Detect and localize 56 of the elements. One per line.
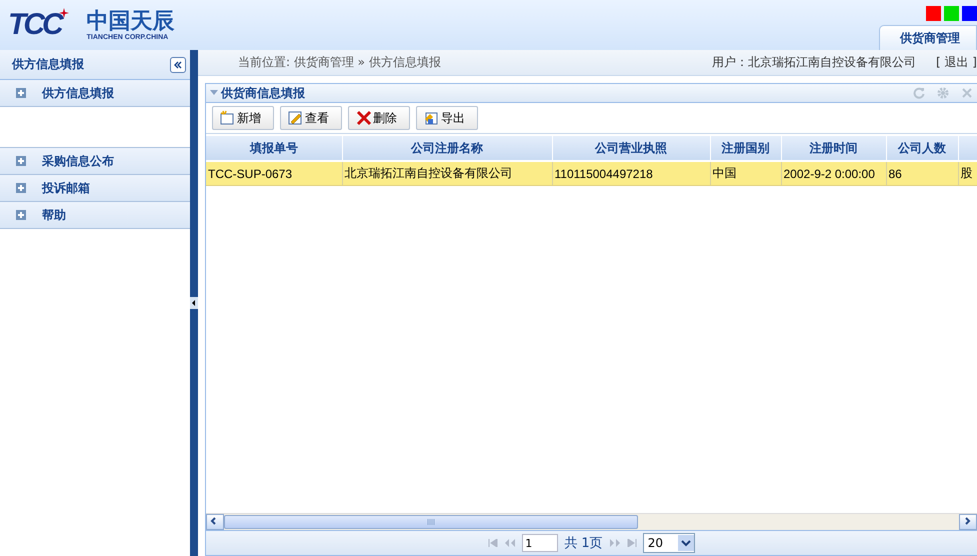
collapse-handle-icon[interactable] (190, 297, 198, 309)
column-header[interactable]: 公司注册名称 (342, 136, 552, 161)
table-cell: 110115004497218 (552, 161, 710, 186)
table-cell: 86 (886, 161, 958, 186)
collapse-icon[interactable] (170, 56, 186, 72)
column-header[interactable]: 填报单号 (206, 136, 342, 161)
table-cell: TCC-SUP-0673 (206, 161, 342, 186)
toolbar-button[interactable]: 查看 (280, 106, 342, 130)
page-number-field[interactable]: 1 (522, 534, 558, 552)
previous-page-icon[interactable] (504, 539, 516, 547)
logout-link[interactable]: [ 退出 ] (936, 54, 977, 71)
view-icon (288, 110, 304, 126)
toolbar-button[interactable]: 导出 (416, 106, 478, 130)
sidebar-title: 供方信息填报 (12, 56, 84, 73)
theme-swatch[interactable] (962, 6, 977, 21)
theme-swatch[interactable] (926, 6, 941, 21)
delete-icon (356, 110, 372, 126)
page-size-select[interactable]: 20 (642, 533, 695, 553)
add-icon (220, 110, 236, 126)
module-tab[interactable]: 供货商管理 (879, 25, 977, 50)
user-label: 用户：北京瑞拓江南自控设备有限公司 (712, 54, 916, 71)
toolbar-button[interactable]: 新增 (212, 106, 274, 130)
table-cell: 2002-9-2 0:00:00 (781, 161, 886, 186)
export-icon (424, 110, 440, 126)
plus-icon (16, 88, 26, 98)
column-header[interactable]: 注册时间 (781, 136, 886, 161)
plus-icon (16, 210, 26, 220)
logo-mark: TCC (8, 8, 61, 42)
table-cell: 北京瑞拓江南自控设备有限公司 (342, 161, 552, 186)
toolbar-button[interactable]: 删除 (348, 106, 410, 130)
scroll-left-icon[interactable] (206, 514, 224, 530)
refresh-icon[interactable] (913, 87, 925, 99)
sidebar-section[interactable]: 投诉邮箱 (0, 175, 190, 202)
breadcrumb: 当前位置: 供货商管理 » 供方信息填报 (238, 54, 441, 71)
scroll-right-icon[interactable] (959, 514, 977, 530)
table-row[interactable]: TCC-SUP-0673 北京瑞拓江南自控设备有限公司 110115004497218 中国 2002-9-2 0:00:00 86 股 (206, 161, 977, 186)
column-header[interactable]: 公司人数 (886, 136, 958, 161)
table-cell: 中国 (710, 161, 781, 186)
column-header[interactable]: 注册国别 (710, 136, 781, 161)
last-page-icon[interactable] (626, 539, 637, 547)
collapse-caret-icon[interactable] (210, 90, 218, 96)
plus-icon (16, 183, 26, 193)
column-header[interactable]: 公司营业执照 (552, 136, 710, 161)
scrollbar-thumb[interactable] (224, 515, 638, 529)
theme-swatch[interactable] (944, 6, 959, 21)
sidebar-section[interactable]: 采购信息公布 (0, 148, 190, 175)
next-page-icon[interactable] (608, 539, 621, 547)
close-icon[interactable] (961, 87, 973, 99)
logo-name: 中国天辰 (86, 10, 175, 34)
sidebar-section[interactable]: 帮助 (0, 202, 190, 229)
page-total: 共 1页 (564, 535, 603, 552)
plus-icon (16, 156, 26, 166)
first-page-icon[interactable] (488, 539, 498, 547)
settings-icon[interactable] (937, 87, 949, 99)
panel-title: 供货商信息填报 (221, 84, 305, 102)
table-cell: 股 (958, 161, 977, 186)
